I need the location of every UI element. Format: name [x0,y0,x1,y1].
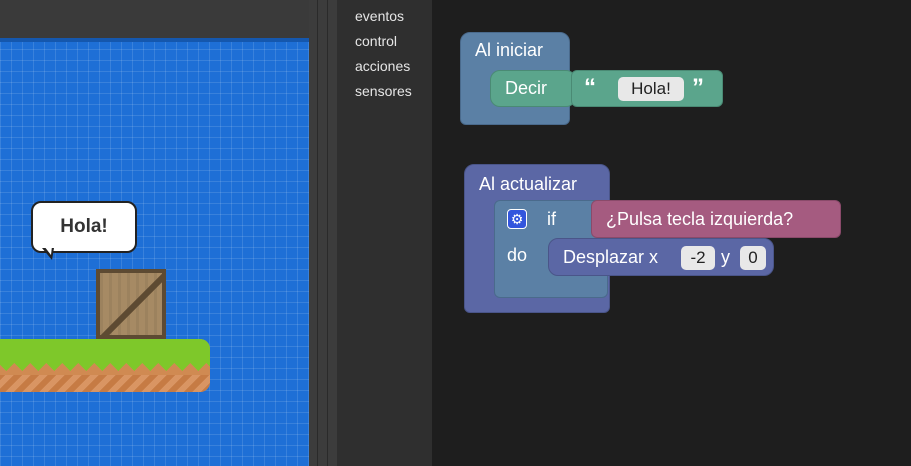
quote-open: “ [584,74,596,101]
x-value-field[interactable]: -2 [681,246,715,270]
splitter-line [317,0,318,466]
move-label: Desplazar x [563,247,659,267]
ground-platform [0,339,210,392]
if-label: if [547,209,556,229]
category-control[interactable]: control [355,33,397,49]
category-eventos[interactable]: eventos [355,8,404,24]
do-label: do [507,245,528,265]
block-toolbox: eventos control acciones sensores [337,0,432,466]
on-update-title: Al actualizar [479,174,578,194]
say-block[interactable]: Decir [490,70,576,107]
crate-sprite [96,269,166,339]
ground-dirt [0,375,210,392]
category-sensores[interactable]: sensores [355,83,412,99]
panel-splitter[interactable] [309,0,337,466]
speech-bubble-text: Hola! [60,216,108,237]
speech-bubble-tail-fill [44,246,52,255]
on-start-title: Al iniciar [475,40,544,60]
say-label: Decir [505,78,548,98]
ground-grass [0,339,210,365]
condition-label: ¿Pulsa tecla izquierda? [606,209,794,229]
key-left-condition-block[interactable]: ¿Pulsa tecla izquierda? [591,200,841,238]
ground-zigzag [0,363,210,375]
y-value-field[interactable]: 0 [740,246,766,270]
category-acciones[interactable]: acciones [355,58,410,74]
stage-top-bar [0,0,309,38]
gear-icon[interactable]: ⚙ [507,209,527,229]
quote-close: ” [692,74,704,101]
splitter-line [327,0,328,466]
move-block[interactable]: Desplazar x -2 y 0 [548,238,774,276]
text-value-block[interactable]: “ Hola! ” [571,70,723,107]
blocks-workspace[interactable]: Al iniciar Decir “ Hola! ” Al actualizar… [432,0,911,466]
stage-edge [0,38,309,42]
game-stage: Hola! [0,0,309,466]
y-label: y [721,247,730,267]
say-text-field[interactable]: Hola! [618,77,684,101]
